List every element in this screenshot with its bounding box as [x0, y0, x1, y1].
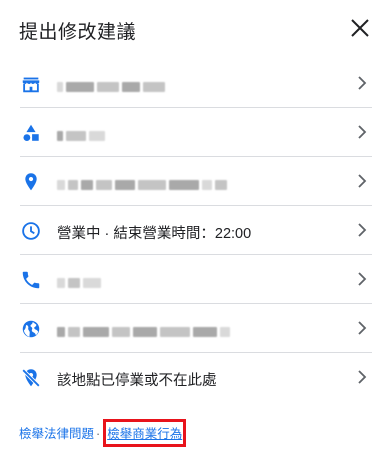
closed-location-icon: [20, 367, 42, 389]
dialog-header: 提出修改建議: [0, 0, 392, 57]
edit-row-closed[interactable]: 該地點已停業或不在此處: [0, 353, 392, 402]
redacted-category: [57, 127, 108, 141]
edit-row-hours[interactable]: 營業中 · 結束營業時間：22:00: [0, 206, 392, 255]
chevron-right-icon: [356, 124, 368, 140]
dialog-title: 提出修改建議: [19, 22, 137, 43]
close-icon: [351, 19, 369, 37]
chevron-right-icon: [356, 222, 368, 238]
edit-options-list: 營業中 · 結束營業時間：22:00 該地點已停業或不在此處: [0, 59, 392, 402]
chevron-right-icon: [356, 271, 368, 287]
edit-row-category[interactable]: [0, 108, 392, 157]
chevron-right-icon: [356, 320, 368, 336]
store-icon: [20, 73, 42, 95]
phone-icon: [20, 269, 42, 291]
globe-icon: [20, 318, 42, 340]
location-pin-icon: [20, 171, 42, 193]
report-legal-link[interactable]: 檢舉法律問題: [19, 427, 94, 441]
closed-label: 該地點已停業或不在此處: [57, 373, 217, 389]
footer-links: 檢舉法律問題 · 檢舉商業行為: [19, 419, 187, 447]
redacted-website: [57, 323, 233, 337]
edit-row-phone[interactable]: [0, 255, 392, 304]
close-button[interactable]: [346, 14, 374, 42]
hours-label: 營業中 · 結束營業時間：22:00: [57, 226, 252, 242]
category-shapes-icon: [20, 122, 42, 144]
footer-separator: ·: [96, 427, 101, 441]
chevron-right-icon: [356, 75, 368, 91]
chevron-right-icon: [356, 173, 368, 189]
edit-row-website[interactable]: [0, 304, 392, 353]
report-business-link[interactable]: 檢舉商業行為: [107, 427, 182, 441]
chevron-right-icon: [356, 369, 368, 385]
highlight-box: 檢舉商業行為: [103, 419, 187, 447]
redacted-phone: [57, 274, 104, 288]
edit-row-name[interactable]: [0, 59, 392, 108]
clock-icon: [20, 220, 42, 242]
redacted-business-name: [57, 78, 168, 92]
edit-row-address[interactable]: [0, 157, 392, 206]
redacted-address: [57, 176, 230, 190]
